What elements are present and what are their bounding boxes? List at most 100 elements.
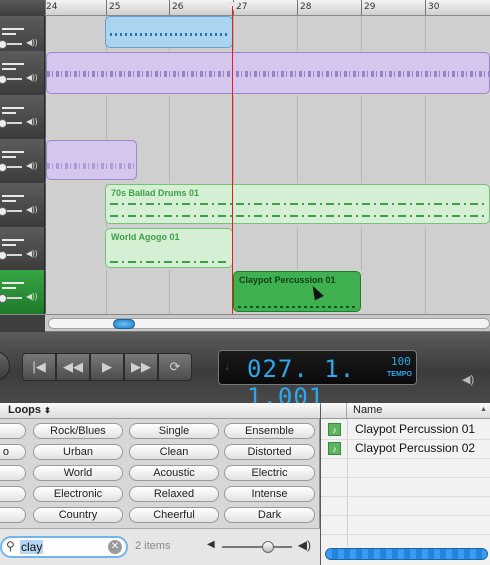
- track-icon: [2, 282, 26, 294]
- loop-browser: Loops ⬍ Rock/Blues Single Ensemble o Urb…: [0, 403, 320, 565]
- track-lane[interactable]: [46, 95, 490, 139]
- grid-line: [169, 270, 170, 314]
- track-icon: [2, 28, 26, 40]
- keyword-button[interactable]: [0, 507, 26, 523]
- keyword-button[interactable]: Ensemble: [224, 423, 315, 439]
- skip-back-icon: |◀: [32, 359, 46, 374]
- track-header[interactable]: ◀)): [0, 270, 45, 314]
- playhead-line[interactable]: [232, 6, 233, 316]
- keyword-button[interactable]: Acoustic: [129, 465, 219, 481]
- grid-line: [361, 139, 362, 183]
- keyword-button[interactable]: Electronic: [33, 486, 123, 502]
- keyword-button[interactable]: [0, 486, 26, 502]
- grid-line: [297, 227, 298, 271]
- timeline-ruler[interactable]: 24 25 26 27 28 29 30: [0, 0, 490, 16]
- lcd-display[interactable]: ♩ 027. 1. 1.001 100 TEMPO: [218, 350, 417, 411]
- keyword-button[interactable]: Intense: [224, 486, 315, 502]
- keyword-button[interactable]: Relaxed: [129, 486, 219, 502]
- track-row[interactable]: ◀)) World Agogo 01: [0, 227, 490, 271]
- track-lane[interactable]: [46, 51, 490, 95]
- track-header[interactable]: ◀)): [0, 183, 45, 227]
- popup-arrows-icon: ⬍: [44, 406, 51, 415]
- bar-number: 24: [46, 2, 58, 12]
- loop-region-ballad-drums[interactable]: 70s Ballad Drums 01: [105, 184, 490, 224]
- track-row[interactable]: ◀)): [0, 139, 490, 183]
- keyword-button[interactable]: [0, 423, 26, 439]
- record-button[interactable]: [0, 351, 10, 381]
- keyword-button[interactable]: o: [0, 444, 26, 460]
- metronome-icon: ♩: [225, 361, 236, 373]
- scrollbar-thumb[interactable]: [113, 319, 135, 329]
- track-lane[interactable]: World Agogo 01: [46, 227, 490, 271]
- search-input[interactable]: clay: [20, 540, 44, 554]
- slider-track[interactable]: [222, 546, 292, 548]
- track-lane[interactable]: Claypot Percussion 01: [46, 270, 490, 314]
- cycle-button[interactable]: ⟳: [158, 353, 192, 381]
- fast-forward-button[interactable]: ▶▶: [124, 353, 158, 381]
- playhead-handle[interactable]: [226, 2, 240, 11]
- keyword-button[interactable]: Cheerful: [129, 507, 219, 523]
- track-header[interactable]: ◀)): [0, 139, 45, 183]
- items-count: 2 items: [135, 540, 171, 552]
- preview-volume-slider[interactable]: ◀ ◀): [207, 538, 311, 557]
- results-header[interactable]: Name ▲: [321, 403, 490, 419]
- timeline-scrollbar[interactable]: [0, 314, 490, 332]
- keyword-button[interactable]: Clean: [129, 444, 219, 460]
- drum-pattern: [110, 261, 228, 263]
- loop-browser-header[interactable]: Loops ⬍: [0, 403, 320, 419]
- track-lane[interactable]: 70s Ballad Drums 01: [46, 183, 490, 227]
- bar-number: 30: [428, 2, 440, 12]
- loop-region-claypot[interactable]: Claypot Percussion 01: [233, 271, 361, 312]
- loop-region-world-agogo[interactable]: World Agogo 01: [105, 228, 233, 268]
- tempo-label: TEMPO: [387, 371, 412, 378]
- ruler-tick: [45, 0, 46, 15]
- midi-notes: [110, 33, 228, 36]
- grid-line: [169, 95, 170, 139]
- keyword-button[interactable]: Country: [33, 507, 123, 523]
- speaker-high-icon: ◀): [297, 538, 311, 552]
- speaker-icon: ◀)): [26, 38, 38, 47]
- list-item[interactable]: ♪ Claypot Percussion 02: [321, 439, 490, 458]
- list-item[interactable]: ♪ Claypot Percussion 01: [321, 420, 490, 439]
- grid-line: [106, 270, 107, 314]
- bar-number: 28: [300, 2, 312, 12]
- master-volume-icon[interactable]: ◀): [462, 373, 474, 386]
- grid-line: [297, 139, 298, 183]
- track-icon: [2, 151, 26, 163]
- track-row[interactable]: ◀)): [0, 51, 490, 95]
- go-to-start-button[interactable]: |◀: [22, 353, 56, 381]
- grid-line: [233, 139, 234, 183]
- keyword-button[interactable]: Single: [129, 423, 219, 439]
- keyword-button[interactable]: Urban: [33, 444, 123, 460]
- keyword-button[interactable]: Dark: [224, 507, 315, 523]
- keyword-button[interactable]: [0, 465, 26, 481]
- slider-knob[interactable]: [262, 541, 274, 553]
- track-header[interactable]: ◀)): [0, 227, 45, 271]
- speaker-icon: ◀)): [26, 117, 38, 126]
- speaker-icon: ◀)): [26, 205, 38, 214]
- favorite-column-header[interactable]: [321, 403, 347, 418]
- keyword-button[interactable]: Electric: [224, 465, 315, 481]
- keyword-button[interactable]: Rock/Blues: [33, 423, 123, 439]
- audio-region[interactable]: [46, 140, 137, 180]
- track-lane[interactable]: [46, 139, 490, 183]
- keyword-button[interactable]: World: [33, 465, 123, 481]
- name-column-header[interactable]: Name: [353, 404, 382, 416]
- track-header[interactable]: ◀)): [0, 51, 45, 95]
- drum-pattern: [110, 215, 485, 217]
- clear-search-icon[interactable]: ✕: [108, 540, 122, 554]
- track-header[interactable]: ◀)): [0, 95, 45, 139]
- search-field[interactable]: ⚲ clay ✕: [0, 536, 128, 558]
- track-row[interactable]: ◀)): [0, 95, 490, 139]
- grid-line: [106, 95, 107, 139]
- track-row-selected[interactable]: ◀)) Claypot Percussion 01: [0, 270, 490, 314]
- transport-bar: |◀ ◀◀ ▶ ▶▶ ⟳ ♩ 027. 1. 1.001 100 TEMPO ◀…: [0, 333, 490, 411]
- rewind-button[interactable]: ◀◀: [56, 353, 90, 381]
- play-button[interactable]: ▶: [90, 353, 124, 381]
- track-row[interactable]: ◀)) 70s Ballad Drums 01: [0, 183, 490, 227]
- keyword-button[interactable]: Distorted: [224, 444, 315, 460]
- midi-region[interactable]: [105, 16, 233, 48]
- music-note-icon: ♪: [328, 423, 341, 436]
- bar-number: 26: [172, 2, 184, 12]
- audio-region[interactable]: [46, 52, 490, 94]
